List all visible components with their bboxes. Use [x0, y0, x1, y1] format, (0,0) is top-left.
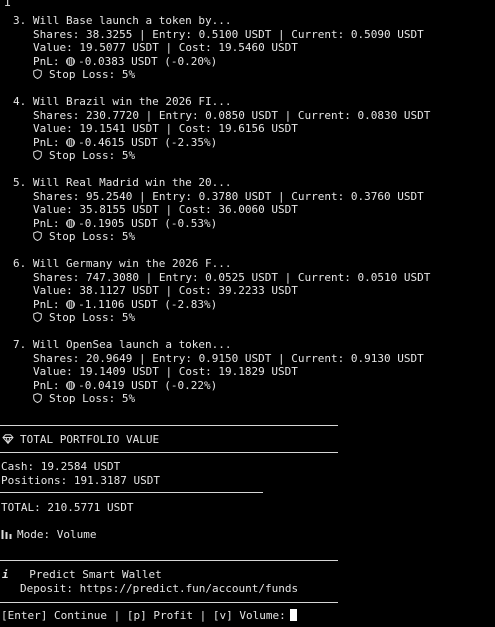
position-shares-line: Shares: 95.2540 | Entry: 0.3780 USDT | C…: [33, 189, 424, 203]
stop-loss-label: Stop Loss: 5%: [49, 68, 136, 81]
pnl-value: -1.1106 USDT (-2.83%): [78, 297, 218, 311]
pnl-value: -0.0419 USDT (-0.22%): [78, 378, 218, 392]
position-header: 4. Will Brazil win the 2026 FI...: [13, 95, 232, 108]
position-pnl-line: PnL: -0.1905 USDT (-0.53%): [13, 217, 493, 231]
stop-loss-label: Stop Loss: 5%: [49, 392, 136, 405]
position-header: 6. Will Germany win the 2026 F...: [13, 257, 232, 270]
position-header: 3. Will Base launch a token by...: [13, 14, 232, 27]
positions-list: 3. Will Base launch a token by... Shares…: [13, 14, 493, 419]
position-item: 3. Will Base launch a token by... Shares…: [13, 14, 493, 95]
pnl-value: -0.1905 USDT (-0.53%): [78, 216, 218, 230]
position-stop-loss-line: Stop Loss: 5%: [13, 311, 493, 325]
position-pnl-line: PnL: -0.4615 USDT (-2.35%): [13, 136, 493, 150]
cash-value: Cash: 19.2584 USDT: [1, 460, 121, 473]
position-shares-line: Shares: 38.3255 | Entry: 0.5100 USDT | C…: [33, 27, 424, 41]
stop-loss-label: Stop Loss: 5%: [49, 311, 136, 324]
position-shares-line: Shares: 230.7720 | Entry: 0.0850 USDT | …: [33, 108, 431, 122]
position-pnl-line: PnL: -0.0383 USDT (-0.20%): [13, 55, 493, 69]
position-header: 7. Will OpenSea launch a token...: [13, 338, 232, 351]
pnl-label: PnL:: [33, 378, 60, 392]
position-stop-loss-line: Stop Loss: 5%: [13, 68, 493, 82]
coin-icon: [66, 56, 76, 66]
stop-loss-label: Stop Loss: 5%: [49, 149, 136, 162]
text-caret: I: [4, 0, 12, 9]
divider: [0, 602, 338, 603]
position-stop-loss-line: Stop Loss: 5%: [13, 230, 493, 244]
pnl-label: PnL:: [33, 54, 60, 68]
pnl-label: PnL:: [33, 135, 60, 149]
stop-loss-label: Stop Loss: 5%: [49, 230, 136, 243]
pnl-label: PnL:: [33, 216, 60, 230]
coin-icon: [66, 380, 76, 390]
terminal-cursor: [289, 609, 297, 621]
shield-icon: [33, 69, 42, 79]
pnl-value: -0.4615 USDT (-2.35%): [78, 135, 218, 149]
position-header: 5. Will Real Madrid win the 20...: [13, 176, 232, 189]
divider: [0, 560, 338, 561]
command-prompt[interactable]: [Enter] Continue | [p] Profit | [v] Volu…: [1, 609, 297, 623]
coin-icon: [66, 299, 76, 309]
position-item: 7. Will OpenSea launch a token... Shares…: [13, 338, 493, 419]
wallet-title-row: i Predict Smart Wallet: [2, 568, 162, 582]
position-value-line: Value: 38.1127 USDT | Cost: 39.2233 USDT: [33, 284, 298, 297]
position-pnl-line: PnL: -0.0419 USDT (-0.22%): [13, 379, 493, 393]
shield-icon: [33, 231, 42, 241]
divider: [0, 452, 338, 453]
portfolio-title: TOTAL PORTFOLIO VALUE: [20, 433, 160, 446]
position-value-line: Value: 35.8155 USDT | Cost: 36.0060 USDT: [33, 203, 298, 216]
bar-chart-icon: [1, 530, 12, 539]
position-item: 4. Will Brazil win the 2026 FI... Shares…: [13, 95, 493, 176]
mode-label: Mode: Volume: [17, 528, 97, 541]
diamond-icon: [2, 434, 14, 444]
wallet-title: Predict Smart Wallet: [29, 568, 162, 581]
pnl-value: -0.0383 USDT (-0.20%): [78, 54, 218, 68]
pnl-label: PnL:: [33, 297, 60, 311]
position-item: 5. Will Real Madrid win the 20... Shares…: [13, 176, 493, 257]
shield-icon: [33, 312, 42, 322]
position-shares-line: Shares: 747.3080 | Entry: 0.0525 USDT | …: [33, 270, 431, 284]
wallet-deposit-link[interactable]: Deposit: https://predict.fun/account/fun…: [20, 582, 298, 596]
position-pnl-line: PnL: -1.1106 USDT (-2.83%): [13, 298, 493, 312]
position-value-line: Value: 19.1541 USDT | Cost: 19.6156 USDT: [33, 122, 298, 135]
shield-icon: [33, 393, 42, 403]
position-value-line: Value: 19.1409 USDT | Cost: 19.1829 USDT: [33, 365, 298, 378]
position-stop-loss-line: Stop Loss: 5%: [13, 392, 493, 406]
coin-icon: [66, 218, 76, 228]
info-icon: i: [2, 568, 9, 581]
positions-value: Positions: 191.3187 USDT: [1, 474, 160, 487]
position-shares-line: Shares: 20.9649 | Entry: 0.9150 USDT | C…: [33, 351, 424, 365]
position-item: 6. Will Germany win the 2026 F... Shares…: [13, 257, 493, 338]
prompt-text: [Enter] Continue | [p] Profit | [v] Volu…: [1, 609, 286, 622]
portfolio-title-row: TOTAL PORTFOLIO VALUE: [2, 433, 159, 447]
divider: [0, 492, 263, 493]
position-value-line: Value: 19.5077 USDT | Cost: 19.5460 USDT: [33, 41, 298, 54]
coin-icon: [66, 137, 76, 147]
total-value: TOTAL: 210.5771 USDT: [1, 501, 134, 514]
shield-icon: [33, 150, 42, 160]
position-stop-loss-line: Stop Loss: 5%: [13, 149, 493, 163]
mode-row: Mode: Volume: [1, 528, 96, 542]
divider: [0, 425, 338, 426]
